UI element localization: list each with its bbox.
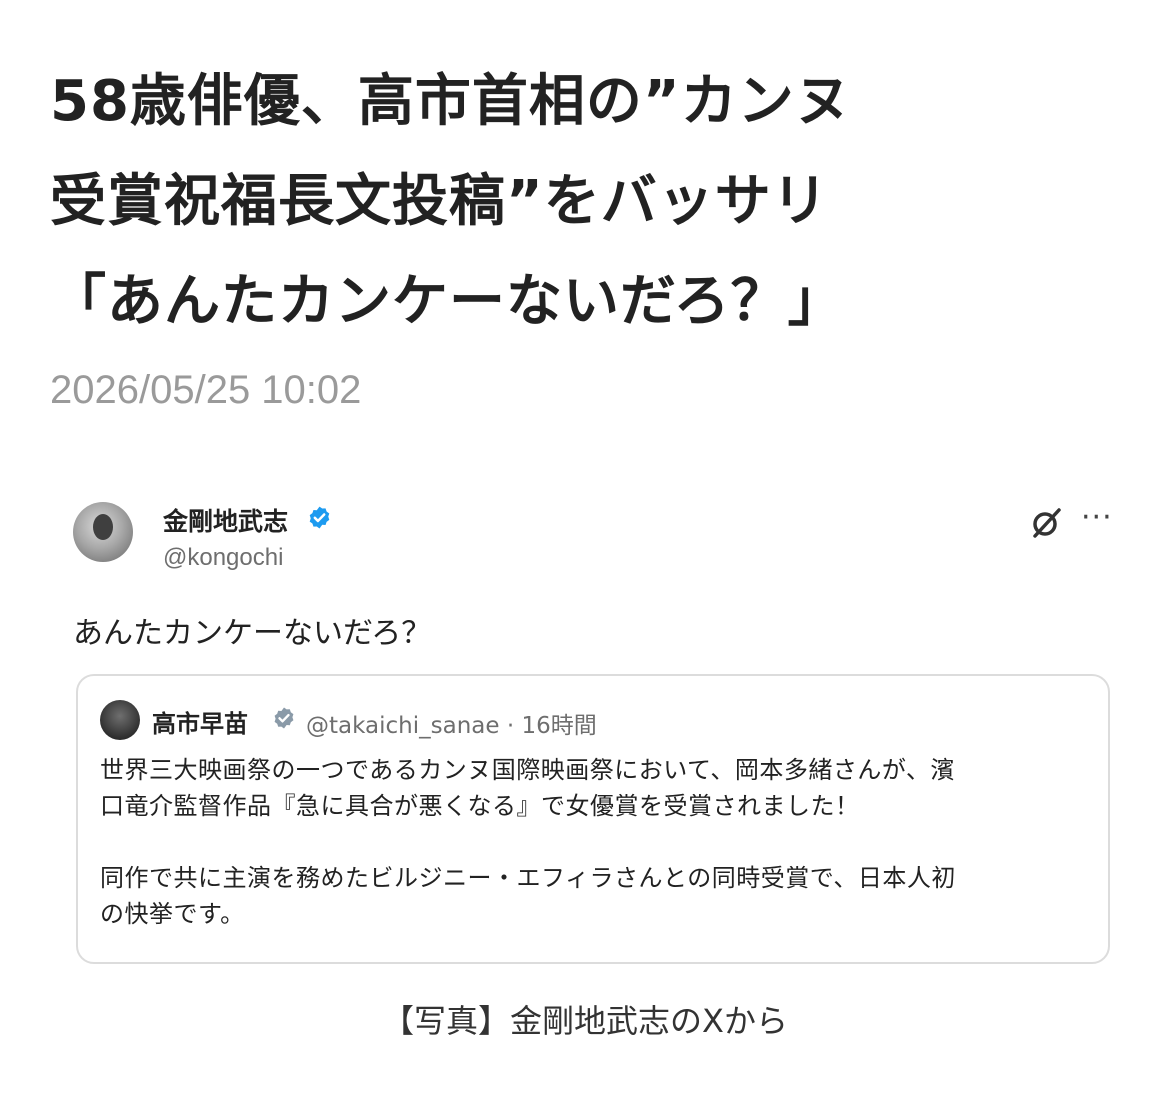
quoted-body-spacer: [100, 824, 1090, 860]
quoted-post-body: 世界三大映画祭の一つであるカンヌ国際映画祭において、岡本多緒さんが、濱 口竜介監…: [100, 752, 1090, 932]
quoted-body-line: 世界三大映画祭の一つであるカンヌ国際映画祭において、岡本多緒さんが、濱: [100, 756, 955, 784]
more-options-icon: ···: [1081, 500, 1113, 535]
headline-line-3: 「あんたカンケーないだろ？」: [50, 269, 845, 334]
quoted-body-line: の快挙です。: [100, 900, 245, 928]
quoted-body-line: 口竜介監督作品『急に具合が悪くなる』で女優賞を受賞されました！: [100, 792, 860, 820]
quoted-author-name: 高市早苗: [152, 710, 248, 738]
grok-icon: [1033, 508, 1061, 538]
quoted-post-card: 高市早苗 @takaichi_sanae · 16時間 世界三大映画祭の一つであ…: [76, 674, 1110, 964]
quoted-verified-badge-icon: [274, 707, 294, 729]
verified-badge-icon: [309, 506, 330, 529]
headline-line-2: 受賞祝福長文投稿”をバッサリ: [50, 169, 829, 234]
quoted-handle-time: @takaichi_sanae · 16時間: [306, 713, 597, 739]
author-name: 金剛地武志: [163, 507, 289, 536]
post-text: あんたカンケーないだろ？: [73, 616, 432, 651]
photo-caption: 【写真】金剛地武志のXから: [382, 1002, 788, 1040]
author-avatar: [73, 502, 133, 562]
headline-line-1: 58歳俳優、高市首相の”カンヌ: [50, 69, 852, 134]
article-headline: 58歳俳優、高市首相の”カンヌ 受賞祝福長文投稿”をバッサリ 「あんたカンケーな…: [50, 52, 1130, 352]
author-handle: @kongochi: [163, 544, 284, 571]
embedded-post-screenshot[interactable]: 金剛地武志 @kongochi ··· あんたカンケーないだろ？ 高市早苗 @t…: [45, 478, 1135, 996]
article-timestamp: 2026/05/25 10:02: [50, 368, 362, 412]
quoted-body-line: 同作で共に主演を務めたビルジニー・エフィラさんとの同時受賞で、日本人初: [100, 864, 956, 892]
quoted-author-avatar: [100, 700, 140, 740]
